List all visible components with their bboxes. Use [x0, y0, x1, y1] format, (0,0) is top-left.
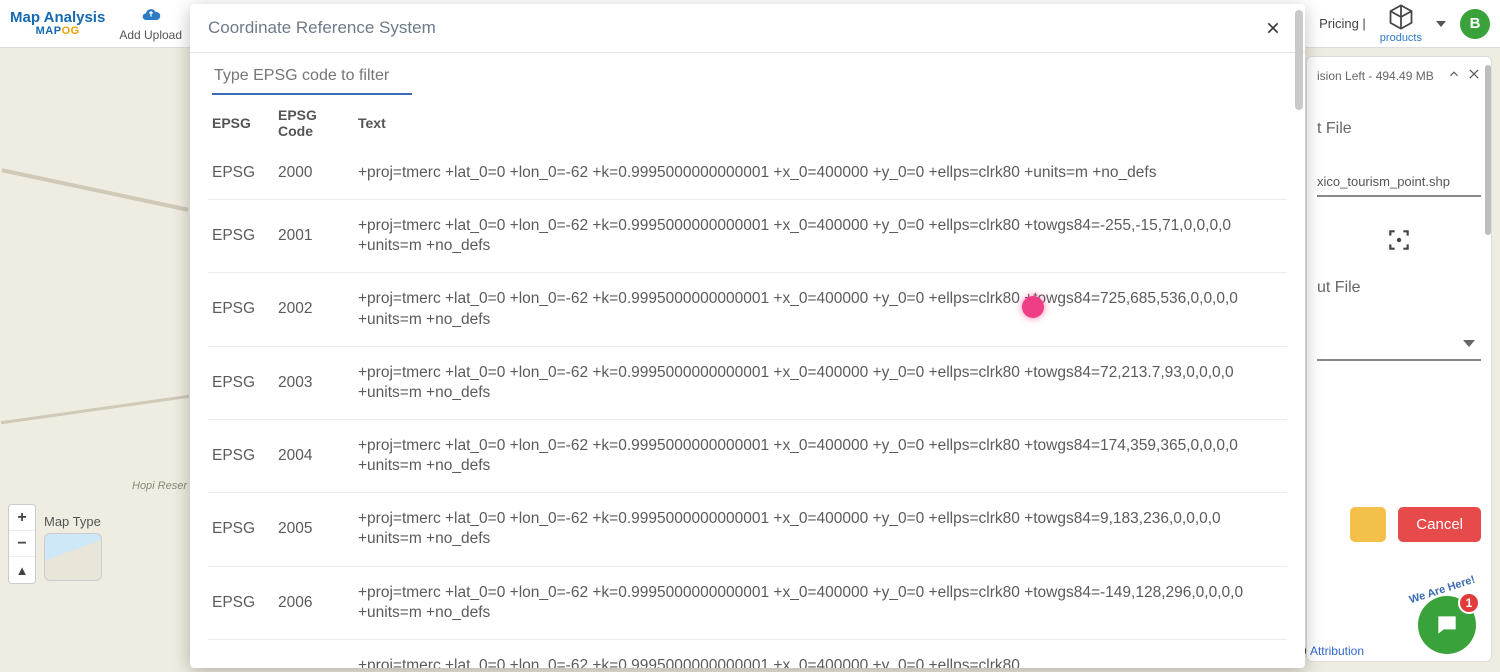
table-row[interactable]: EPSG2006+proj=tmerc +lat_0=0 +lon_0=-62 …: [208, 566, 1287, 639]
chevron-up-icon[interactable]: [1447, 67, 1461, 84]
pricing-link[interactable]: Pricing |: [1319, 16, 1366, 31]
brand-title: Map Analysis: [10, 10, 105, 25]
primary-action-button[interactable]: [1350, 507, 1386, 542]
table-row[interactable]: EPSG2007+proj=tmerc +lat_0=0 +lon_0=-62 …: [208, 639, 1287, 668]
chat-widget[interactable]: We Are Here! 1: [1412, 590, 1482, 660]
annotation-dot: [1022, 296, 1044, 318]
reset-north-button[interactable]: ▲: [9, 557, 35, 583]
add-upload-button[interactable]: Add Upload: [119, 5, 182, 42]
epsg-table: EPSG EPSG Code Text EPSG2000+proj=tmerc …: [208, 99, 1287, 668]
crs-dialog: Coordinate Reference System EPSG EPSG Co…: [190, 4, 1305, 668]
cell-epsg: EPSG: [208, 639, 274, 668]
chevron-down-icon: [1463, 340, 1475, 347]
cell-text: +proj=tmerc +lat_0=0 +lon_0=-62 +k=0.999…: [354, 273, 1287, 346]
col-epsg-code: EPSG Code: [274, 99, 354, 147]
cell-code: 2003: [274, 346, 354, 419]
col-text: Text: [354, 99, 1287, 147]
col-epsg: EPSG: [208, 99, 274, 147]
avatar[interactable]: B: [1460, 9, 1490, 39]
chevron-down-icon[interactable]: [1436, 21, 1446, 27]
add-upload-label: Add Upload: [119, 28, 182, 42]
cell-epsg: EPSG: [208, 200, 274, 273]
maptype-switcher: Map Type: [44, 514, 102, 581]
dialog-header: Coordinate Reference System: [190, 4, 1305, 53]
cell-epsg: EPSG: [208, 419, 274, 492]
products-menu[interactable]: products: [1380, 3, 1422, 44]
cell-text: +proj=tmerc +lat_0=0 +lon_0=-62 +k=0.999…: [354, 493, 1287, 566]
table-row[interactable]: EPSG2002+proj=tmerc +lat_0=0 +lon_0=-62 …: [208, 273, 1287, 346]
brand-subtitle: MAPOG: [36, 25, 80, 37]
nav-right: Pricing | products B: [1287, 3, 1490, 44]
output-file-section-label: ut File: [1317, 279, 1481, 297]
cell-text: +proj=tmerc +lat_0=0 +lon_0=-62 +k=0.999…: [354, 639, 1287, 668]
cancel-button[interactable]: Cancel: [1398, 507, 1481, 542]
cell-epsg: EPSG: [208, 147, 274, 200]
table-row[interactable]: EPSG2000+proj=tmerc +lat_0=0 +lon_0=-62 …: [208, 147, 1287, 200]
dialog-title: Coordinate Reference System: [208, 18, 436, 38]
cell-epsg: EPSG: [208, 273, 274, 346]
cell-text: +proj=tmerc +lat_0=0 +lon_0=-62 +k=0.999…: [354, 200, 1287, 273]
zoom-controls: + − ▲: [8, 504, 36, 584]
input-file-value[interactable]: xico_tourism_point.shp: [1317, 168, 1481, 197]
zoom-in-button[interactable]: +: [9, 505, 35, 531]
map-label: Hopi Reser: [132, 480, 187, 492]
cell-epsg: EPSG: [208, 493, 274, 566]
zoom-out-button[interactable]: −: [9, 531, 35, 557]
cell-text: +proj=tmerc +lat_0=0 +lon_0=-62 +k=0.999…: [354, 147, 1287, 200]
brand[interactable]: Map Analysis MAPOG: [10, 10, 105, 37]
maptype-label: Map Type: [44, 514, 102, 529]
dialog-scrollbar[interactable]: [1295, 10, 1303, 110]
table-row[interactable]: EPSG2005+proj=tmerc +lat_0=0 +lon_0=-62 …: [208, 493, 1287, 566]
cell-code: 2007: [274, 639, 354, 668]
table-row[interactable]: EPSG2004+proj=tmerc +lat_0=0 +lon_0=-62 …: [208, 419, 1287, 492]
table-row[interactable]: EPSG2001+proj=tmerc +lat_0=0 +lon_0=-62 …: [208, 200, 1287, 273]
status-text: ision Left - 494.49 MB: [1317, 69, 1434, 83]
input-file-section-label: t File: [1317, 120, 1481, 138]
scrollbar[interactable]: [1485, 65, 1491, 235]
status-bar: ision Left - 494.49 MB: [1317, 67, 1481, 84]
locate-icon[interactable]: [1317, 227, 1481, 253]
close-icon[interactable]: [1467, 67, 1481, 84]
cell-code: 2001: [274, 200, 354, 273]
epsg-filter-input[interactable]: [212, 59, 412, 95]
cell-code: 2006: [274, 566, 354, 639]
cloud-upload-icon: [141, 5, 161, 28]
dialog-body: EPSG EPSG Code Text EPSG2000+proj=tmerc …: [190, 53, 1305, 668]
cell-code: 2004: [274, 419, 354, 492]
maptype-thumb[interactable]: [44, 533, 102, 581]
output-file-select[interactable]: [1317, 327, 1481, 361]
cell-text: +proj=tmerc +lat_0=0 +lon_0=-62 +k=0.999…: [354, 566, 1287, 639]
cell-code: 2005: [274, 493, 354, 566]
cell-text: +proj=tmerc +lat_0=0 +lon_0=-62 +k=0.999…: [354, 419, 1287, 492]
cell-code: 2002: [274, 273, 354, 346]
table-row[interactable]: EPSG2003+proj=tmerc +lat_0=0 +lon_0=-62 …: [208, 346, 1287, 419]
dialog-close-button[interactable]: [1259, 14, 1287, 42]
chat-badge: 1: [1458, 592, 1480, 614]
cell-epsg: EPSG: [208, 346, 274, 419]
cell-epsg: EPSG: [208, 566, 274, 639]
cell-text: +proj=tmerc +lat_0=0 +lon_0=-62 +k=0.999…: [354, 346, 1287, 419]
cell-code: 2000: [274, 147, 354, 200]
right-panel: ision Left - 494.49 MB t File xico_touri…: [1306, 56, 1492, 662]
